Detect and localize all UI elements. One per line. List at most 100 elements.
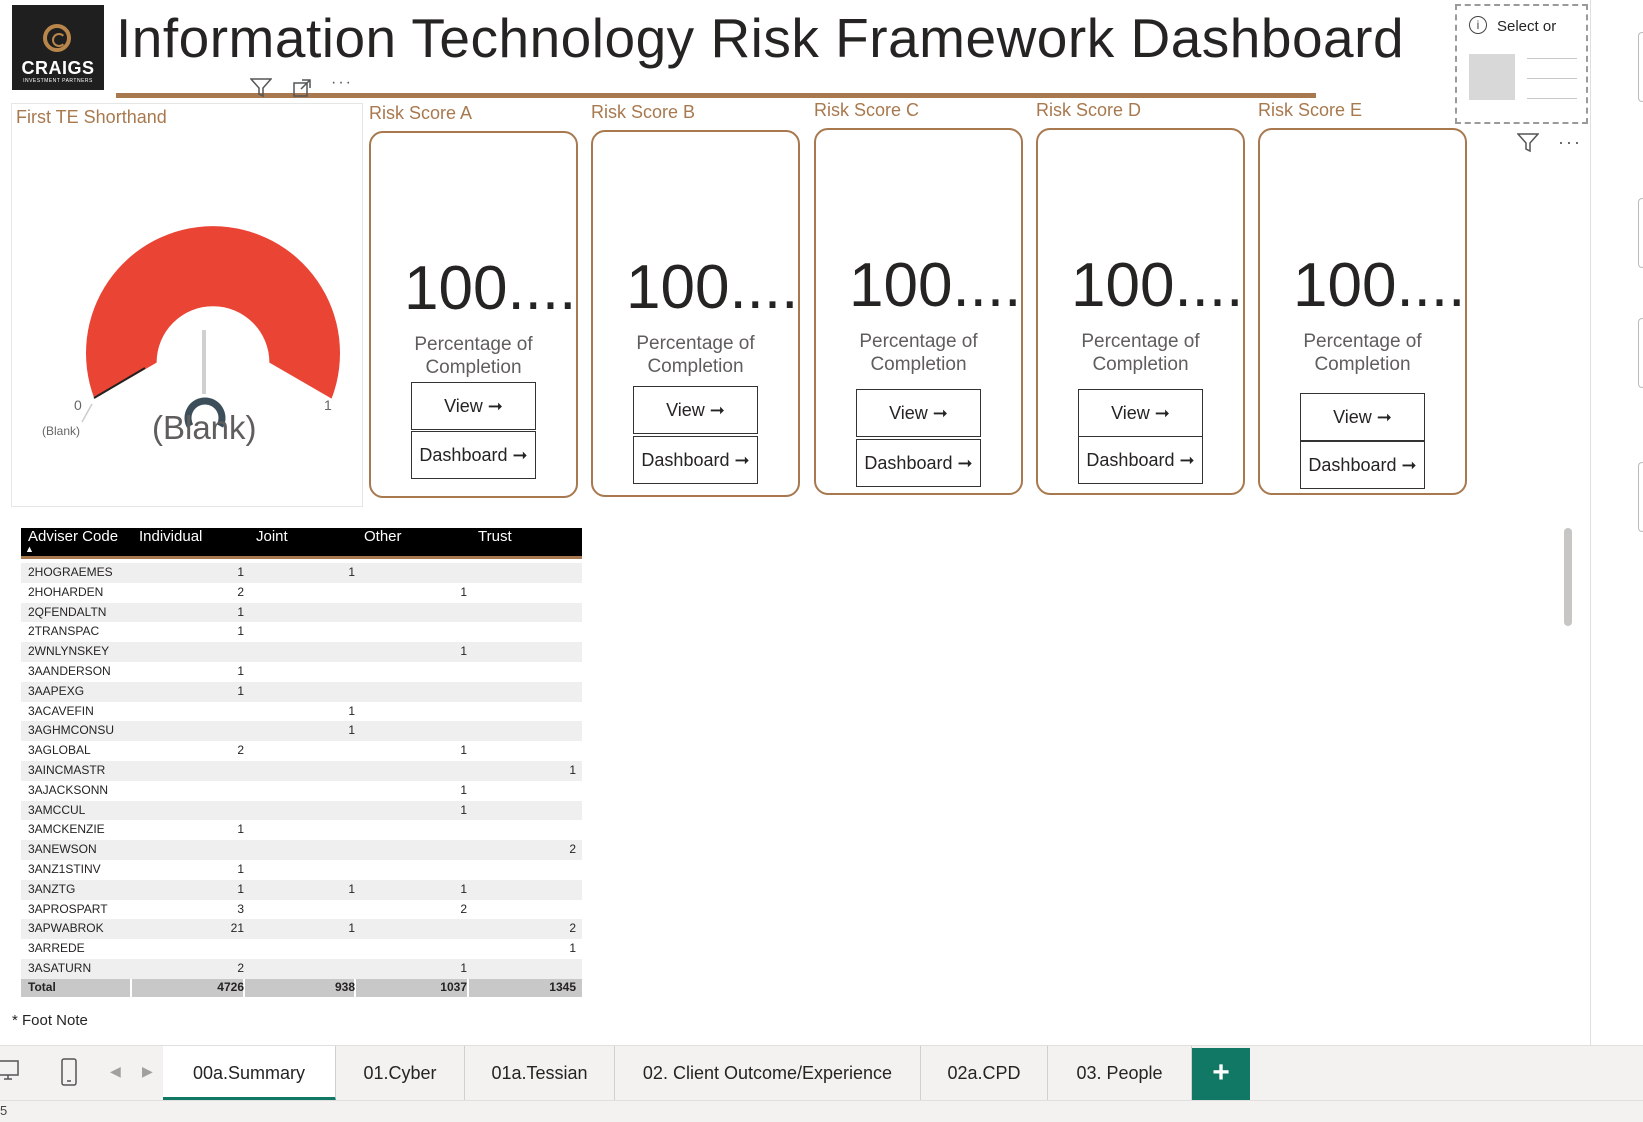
table-row[interactable]: 3AGHMCONSU 1 — [21, 721, 582, 742]
view-button[interactable]: View ➞ — [411, 382, 536, 430]
table-row[interactable]: 3AAPEXG 1 — [21, 681, 582, 702]
dashboard-button[interactable]: Dashboard ➞ — [856, 439, 981, 487]
view-button[interactable]: View ➞ — [1300, 393, 1425, 441]
risk-caption: Percentage of Completion — [1303, 331, 1422, 375]
dashboard-button[interactable]: Dashboard ➞ — [1078, 436, 1203, 484]
column-header-other[interactable]: Other — [364, 528, 402, 545]
matrix-table[interactable]: Adviser Code ▲ Individual Joint Other Tr… — [21, 528, 582, 998]
filter-pane-field[interactable] — [1638, 32, 1643, 102]
dashboard-button[interactable]: Dashboard ➞ — [411, 431, 536, 479]
filter-pane-field[interactable] — [1638, 198, 1643, 268]
adviser-code-cell: 3AGLOBAL — [28, 743, 91, 758]
table-row[interactable]: 3APROSPART 3 2 — [21, 900, 582, 920]
gauge-min-label: 0 — [74, 397, 82, 413]
dashboard-button[interactable]: Dashboard ➞ — [1300, 441, 1425, 489]
value-cell: 2 — [237, 584, 244, 599]
total-label: Total — [28, 980, 56, 994]
desktop-view-icon[interactable] — [0, 1058, 20, 1088]
table-row[interactable]: 3AANDERSON 1 — [21, 662, 582, 682]
filter-icon[interactable] — [1516, 133, 1540, 157]
adviser-code-cell: 2TRANSPAC — [28, 624, 100, 639]
table-row[interactable]: 3ARREDE 1 — [21, 939, 582, 959]
table-row[interactable]: 3ANZTG 1 1 1 — [21, 879, 582, 900]
filter-pane-field[interactable] — [1638, 462, 1643, 532]
tab-01-cyber[interactable]: 01.Cyber — [336, 1046, 465, 1101]
prev-page-icon[interactable]: ◀ — [110, 1063, 121, 1080]
table-row[interactable]: 2QFENDALTN 1 — [21, 602, 582, 623]
value-cell: 1 — [460, 644, 467, 659]
table-row[interactable]: 3ANEWSON 2 — [21, 840, 582, 860]
value-cell: 1 — [237, 822, 244, 837]
more-options-icon[interactable]: ··· — [331, 74, 353, 92]
value-cell: 1 — [348, 921, 355, 936]
focus-mode-icon[interactable] — [292, 78, 312, 103]
total-individual: 4726 — [217, 980, 244, 994]
risk-card-d: 100.... Percentage of Completion View ➞ … — [1036, 128, 1245, 495]
table-row[interactable]: 3AMCCUL 1 — [21, 800, 582, 821]
gauge-max-label: 1 — [324, 397, 332, 413]
view-button[interactable]: View ➞ — [633, 386, 758, 434]
slicer-header-icons: ··· — [1516, 132, 1582, 158]
gauge-visual[interactable]: First TE Shorthand 0 1 (Blank) (Blank) — [11, 103, 363, 507]
dashboard-button[interactable]: Dashboard ➞ — [633, 436, 758, 484]
filter-pane-field[interactable] — [1638, 318, 1643, 388]
adviser-code-cell: 3APWABROK — [28, 921, 104, 936]
value-cell: 1 — [460, 802, 467, 817]
add-page-button[interactable]: + — [1192, 1048, 1250, 1100]
slicer-label: Select or — [1497, 18, 1557, 35]
risk-value: 100.... — [1293, 251, 1463, 320]
mobile-view-icon[interactable] — [60, 1058, 78, 1092]
value-cell: 1 — [569, 941, 576, 956]
value-cell: 3 — [237, 901, 244, 916]
gauge-arc — [86, 226, 341, 399]
sort-ascending-icon[interactable]: ▲ — [25, 544, 34, 554]
column-header-individual[interactable]: Individual — [139, 528, 202, 545]
table-row[interactable]: 3ASATURN 2 1 — [21, 959, 582, 979]
value-cell: 1 — [237, 624, 244, 639]
value-cell: 1 — [237, 664, 244, 678]
logo-ring-icon — [43, 24, 71, 52]
value-cell: 1 — [460, 961, 467, 975]
total-other: 1037 — [440, 980, 467, 994]
table-row[interactable]: 3APWABROK 21 1 2 — [21, 919, 582, 940]
tab-01a-tessian[interactable]: 01a.Tessian — [465, 1046, 615, 1101]
table-row[interactable]: 2HOGRAEMES 1 1 — [21, 563, 582, 583]
table-row[interactable]: 3AINCMASTR 1 — [21, 761, 582, 781]
column-header-adviser-code[interactable]: Adviser Code — [28, 528, 118, 545]
column-header-trust[interactable]: Trust — [478, 528, 512, 545]
table-row[interactable]: 3AGLOBAL 2 1 — [21, 741, 582, 761]
risk-card-a: 100.... Percentage of Completion View ➞ … — [369, 131, 578, 498]
tab-02-client-outcome[interactable]: 02. Client Outcome/Experience — [615, 1046, 921, 1101]
table-row[interactable]: 3ANZ1STINV 1 — [21, 860, 582, 880]
column-header-joint[interactable]: Joint — [256, 528, 288, 545]
table-row[interactable]: 2HOHARDEN 2 1 — [21, 583, 582, 603]
table-row[interactable]: 3AMCKENZIE 1 — [21, 820, 582, 840]
page-scrollbar[interactable] — [1564, 528, 1572, 626]
next-page-icon[interactable]: ▶ — [142, 1063, 153, 1080]
adviser-code-cell: 2HOGRAEMES — [28, 565, 113, 579]
value-cell: 1 — [237, 565, 244, 579]
table-row[interactable]: 2TRANSPAC 1 — [21, 622, 582, 642]
tab-02a-cpd[interactable]: 02a.CPD — [921, 1046, 1048, 1101]
filter-icon[interactable] — [249, 78, 273, 103]
logo-subtitle: INVESTMENT PARTNERS — [23, 78, 93, 84]
view-button[interactable]: View ➞ — [856, 389, 981, 437]
slicer-line — [1527, 58, 1577, 59]
more-options-icon[interactable]: ··· — [1558, 132, 1582, 152]
risk-score-d-title: Risk Score D — [1036, 100, 1142, 120]
adviser-code-cell: 2WNLYNSKEY — [28, 644, 110, 659]
value-cell: 1 — [237, 881, 244, 896]
value-cell: 1 — [348, 881, 355, 896]
tab-00a-summary[interactable]: 00a.Summary — [163, 1046, 336, 1101]
tab-03-people[interactable]: 03. People — [1048, 1046, 1192, 1101]
adviser-code-cell: 3AJACKSONN — [28, 782, 109, 797]
adviser-code-cell: 3AMCKENZIE — [28, 822, 105, 837]
adviser-code-cell: 3ANZ1STINV — [28, 862, 101, 876]
table-row[interactable]: 3ACAVEFIN 1 — [21, 702, 582, 722]
table-row[interactable]: 3AJACKSONN 1 — [21, 781, 582, 801]
view-button[interactable]: View ➞ — [1078, 389, 1203, 437]
value-cell: 2 — [460, 901, 467, 916]
total-trust: 1345 — [549, 980, 576, 994]
slicer-visual[interactable]: i Select or — [1455, 4, 1588, 124]
table-row[interactable]: 2WNLYNSKEY 1 — [21, 642, 582, 662]
